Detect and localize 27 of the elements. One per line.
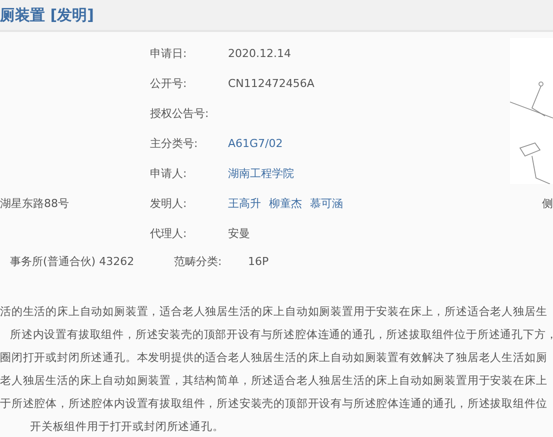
field-value: 安曼 — [228, 226, 250, 240]
abstract-line: 所述内设置有拔取组件，所述安装壳的顶部开设有与所述腔体连通的通孔，所述拔取组件位于所述通孔下方， — [9, 327, 553, 343]
field-link[interactable]: A61G7/02 — [228, 136, 283, 150]
field-label: 主分类号: — [150, 136, 199, 150]
abstract-line: 活的生活的床上自动如厕装置，适合老人独居生活的床上自动如厕装置用于安装在床上，所述适合老人独居生 — [0, 304, 548, 320]
abstract-line: 于所述腔体，所述腔体内设置有拔取组件，所述安装壳的顶部开设有与所述腔体连通的通孔，所述拔取组件位 — [0, 396, 548, 412]
field-label: 申请人: — [150, 166, 188, 180]
field-label: 范畴分类: — [174, 254, 223, 268]
abstract-line: 老人独居生活的床上自动如厕装置，其结构简单，所述适合老人独居生活的床上自动如厕装置用于安装在床上 — [0, 373, 548, 389]
abstract-line: 圈闭打开或封闭所述通孔。本发明提供的适合老人独居生活的床上自动如厕装置有效解决了独居老人生活如厕 — [0, 350, 548, 366]
field-label: 发明人: — [150, 196, 188, 210]
field-link[interactable]: 湖南工程学院 — [228, 166, 294, 180]
abstract-line: 开关板组件用于打开或封闭所述通孔。 — [29, 419, 225, 435]
field-label: 申请日: — [150, 46, 188, 60]
field-link[interactable]: 王高升 — [228, 196, 261, 210]
address-text: 湖星东路88号 — [0, 196, 70, 210]
field-value: 2020.12.14 — [228, 46, 291, 60]
field-label: 代理人: — [150, 226, 188, 240]
field-link[interactable]: 柳童杰 — [269, 196, 302, 210]
field-link[interactable]: 慕可涵 — [310, 196, 343, 210]
agency-text: 事务所(普通合伙) 43262 — [10, 254, 136, 268]
patent-title: 厕装置 [发明] — [0, 6, 94, 24]
field-label: 授权公告号: — [150, 106, 210, 120]
field-value: 16P — [248, 254, 269, 268]
field-label: 公开号: — [150, 76, 188, 90]
field-value: CN112472456A — [228, 76, 314, 90]
edge-text: 侧 — [542, 196, 553, 210]
